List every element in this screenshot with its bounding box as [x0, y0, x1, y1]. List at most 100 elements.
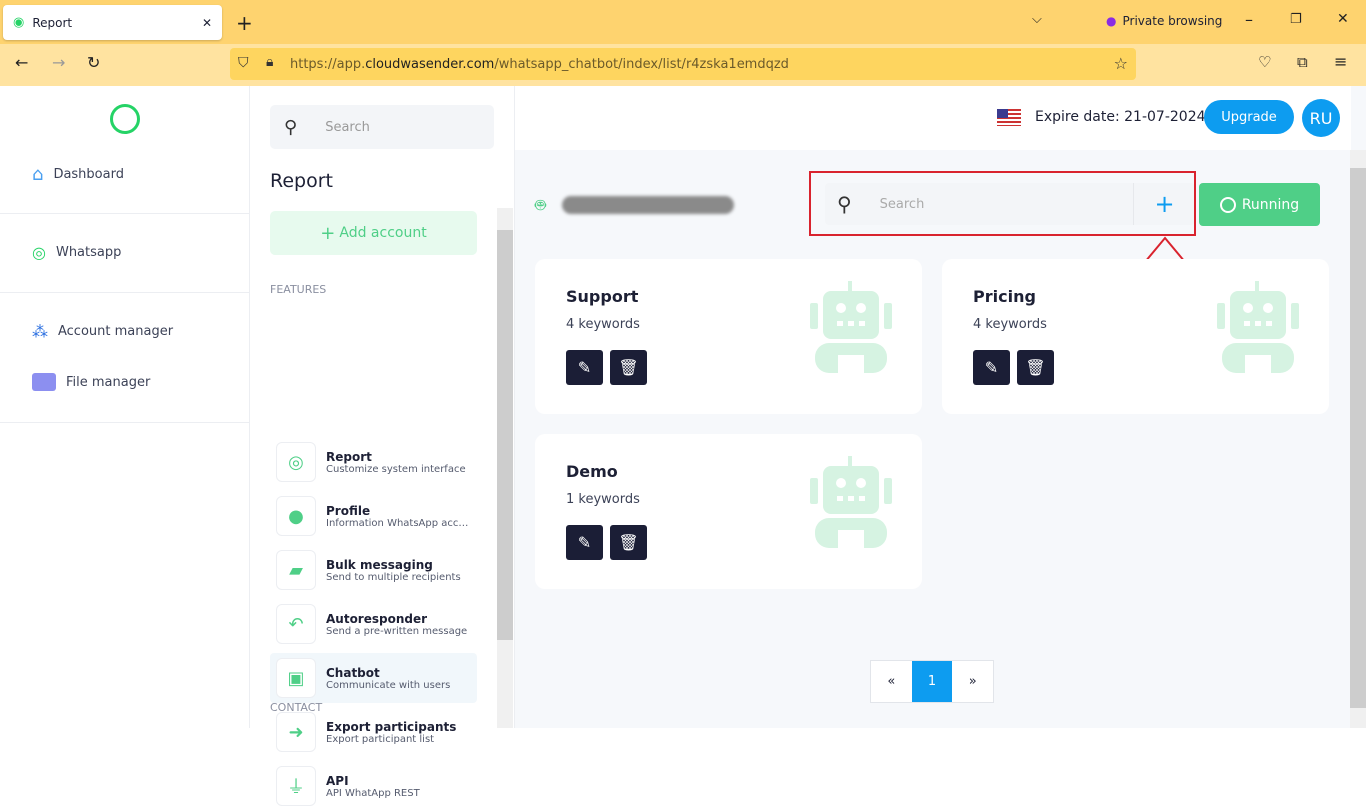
tab-bar: ◉ Report ✕ + ⌵ ● Private browsing – ❐ ✕ [0, 0, 1366, 44]
plus-icon: + [320, 222, 336, 244]
upgrade-button[interactable]: Upgrade [1204, 100, 1294, 134]
trash-icon: 🗑︎ [618, 358, 639, 377]
reload-icon[interactable]: ↻ [87, 53, 100, 72]
back-icon[interactable]: ← [15, 53, 28, 72]
whatsapp-icon: ◎ [32, 243, 46, 262]
tab-title: Report [32, 15, 73, 30]
trash-icon: 🗑︎ [1025, 358, 1046, 377]
pocket-icon[interactable]: ♡ [1258, 53, 1271, 71]
forward-icon[interactable]: → [52, 53, 65, 72]
private-label: Private browsing [1122, 14, 1223, 28]
panel-title: Report [270, 170, 333, 192]
menu-icon[interactable]: ≡ [1334, 52, 1347, 71]
feature-title: Autoresponder [326, 611, 428, 626]
sidebar-item-file-manager[interactable]: File manager [32, 373, 150, 391]
running-status-button[interactable]: Running [1199, 183, 1320, 226]
spinner-icon [1219, 196, 1236, 213]
features-panel: ⚲ Search Report + Add account FEATURES ◎ R… [250, 86, 515, 806]
feature-desc: Communicate with users [326, 679, 451, 691]
edit-button[interactable]: ✎ [566, 525, 603, 560]
card-title: Demo [566, 462, 618, 481]
reply-icon: ↶ [276, 604, 316, 644]
url-bar[interactable]: ⛉ 🔒︎ https://app. cloudwasender.com/whats… [230, 48, 1136, 80]
feature-desc: Export participant list [326, 733, 435, 745]
whatsapp-icon: ◎ [276, 442, 316, 482]
pencil-icon: ✎ [577, 533, 592, 552]
delete-button[interactable]: 🗑︎ [1017, 350, 1054, 385]
feature-title: Bulk messaging [326, 557, 433, 572]
edit-button[interactable]: ✎ [973, 350, 1010, 385]
whatsapp-favicon-icon: ◉ [13, 15, 25, 30]
sidebar-item-dashboard[interactable]: ⌂ Dashboard [32, 164, 124, 185]
extensions-icon[interactable]: ⧉ [1297, 53, 1308, 71]
card-keywords: 4 keywords [566, 317, 640, 332]
feature-desc: API WhatApp REST [326, 787, 420, 799]
feature-desc: Send a pre-written message [326, 625, 468, 637]
highlight-box [809, 171, 1196, 236]
feature-item-profile[interactable]: ● Profile Information WhatsApp account [270, 491, 477, 541]
prev-page[interactable]: « [871, 661, 912, 702]
delete-button[interactable]: 🗑︎ [610, 350, 647, 385]
close-tab-icon[interactable]: ✕ [202, 16, 212, 30]
delete-button[interactable]: 🗑︎ [610, 525, 647, 560]
sidebar-item-whatsapp[interactable]: ◎ Whatsapp [32, 243, 121, 262]
maximize-button[interactable]: ❐ [1290, 12, 1302, 27]
url-path: /whatsapp_chatbot/index/list/r4zska1emdq… [494, 56, 789, 72]
chatbot-card: Demo 1 keywords ✎ 🗑︎ [535, 434, 922, 589]
feature-item-api[interactable]: ⏚ API API WhatApp REST [270, 761, 477, 811]
us-flag-icon[interactable] [997, 109, 1021, 126]
feature-item-export-participants[interactable]: ➜ Export participants Export participant l… [270, 707, 477, 757]
close-window-button[interactable]: ✕ [1337, 11, 1349, 27]
panel-search[interactable]: ⚲ Search [270, 105, 494, 149]
export-icon: ➜ [276, 712, 316, 752]
card-keywords: 4 keywords [973, 317, 1047, 332]
feature-item-report[interactable]: ◎ Report Customize system interface [270, 437, 477, 487]
minimize-button[interactable]: – [1245, 10, 1253, 29]
main-scrollbar[interactable] [1350, 150, 1366, 728]
feature-desc: Customize system interface [326, 463, 466, 475]
folder-icon [32, 373, 56, 391]
feature-title: Chatbot [326, 665, 380, 680]
card-keywords: 1 keywords [566, 492, 640, 507]
sidebar-item-label: Dashboard [53, 167, 124, 182]
pagination: « 1 » [870, 660, 994, 703]
robot-icon: ▣ [276, 658, 316, 698]
feature-desc: Information WhatsApp account [326, 517, 471, 529]
new-tab-button[interactable]: + [236, 11, 253, 35]
feature-title: Report [326, 449, 372, 464]
private-browsing-indicator: ● Private browsing [1106, 14, 1222, 28]
card-title: Support [566, 287, 639, 306]
sidebar-item-label: Whatsapp [55, 245, 122, 260]
robot-illustration-icon [810, 281, 892, 377]
bookmark-star-icon[interactable]: ☆ [1114, 54, 1128, 73]
next-page[interactable]: » [952, 661, 993, 702]
url-domain: cloudwasender.com [365, 56, 495, 72]
status-label: Running [1241, 196, 1300, 213]
lock-icon: 🔒︎ [266, 54, 274, 70]
feature-desc: Send to multiple recipients [326, 571, 461, 583]
feature-item-autoresponder[interactable]: ↶ Autoresponder Send a pre-written message [270, 599, 477, 649]
feature-item-chatbot[interactable]: ▣ Chatbot Communicate with users [270, 653, 477, 703]
sidebar-item-account-manager[interactable]: ⁂ Account manager [32, 322, 173, 341]
page-1[interactable]: 1 [911, 661, 953, 702]
sidebar-item-label: File manager [66, 374, 151, 390]
feature-item-bulk-messaging[interactable]: ▰ Bulk messaging Send to multiple recipien… [270, 545, 477, 595]
add-account-button[interactable]: + Add account [270, 211, 477, 255]
mask-icon: ● [1106, 14, 1117, 28]
feature-title: Export participants [326, 719, 457, 734]
card-title: Pricing [973, 287, 1036, 306]
browser-tab[interactable]: ◉ Report ✕ [3, 5, 222, 40]
chatbot-card: Support 4 keywords ✎ 🗑︎ [535, 259, 922, 414]
avatar[interactable]: RU [1302, 99, 1340, 137]
section-features: FEATURES [270, 283, 327, 296]
shield-icon: ⛉ [238, 55, 249, 71]
pencil-icon: ✎ [577, 358, 592, 377]
scrollbar[interactable] [497, 208, 513, 728]
robot-illustration-icon [1217, 281, 1299, 377]
edit-button[interactable]: ✎ [566, 350, 603, 385]
chat-icon: ▰ [276, 550, 316, 590]
redacted-account-name [562, 196, 734, 214]
chevron-down-icon[interactable]: ⌵ [1032, 12, 1042, 27]
trash-icon: 🗑︎ [618, 533, 639, 552]
add-account-label: Add account [339, 225, 427, 241]
